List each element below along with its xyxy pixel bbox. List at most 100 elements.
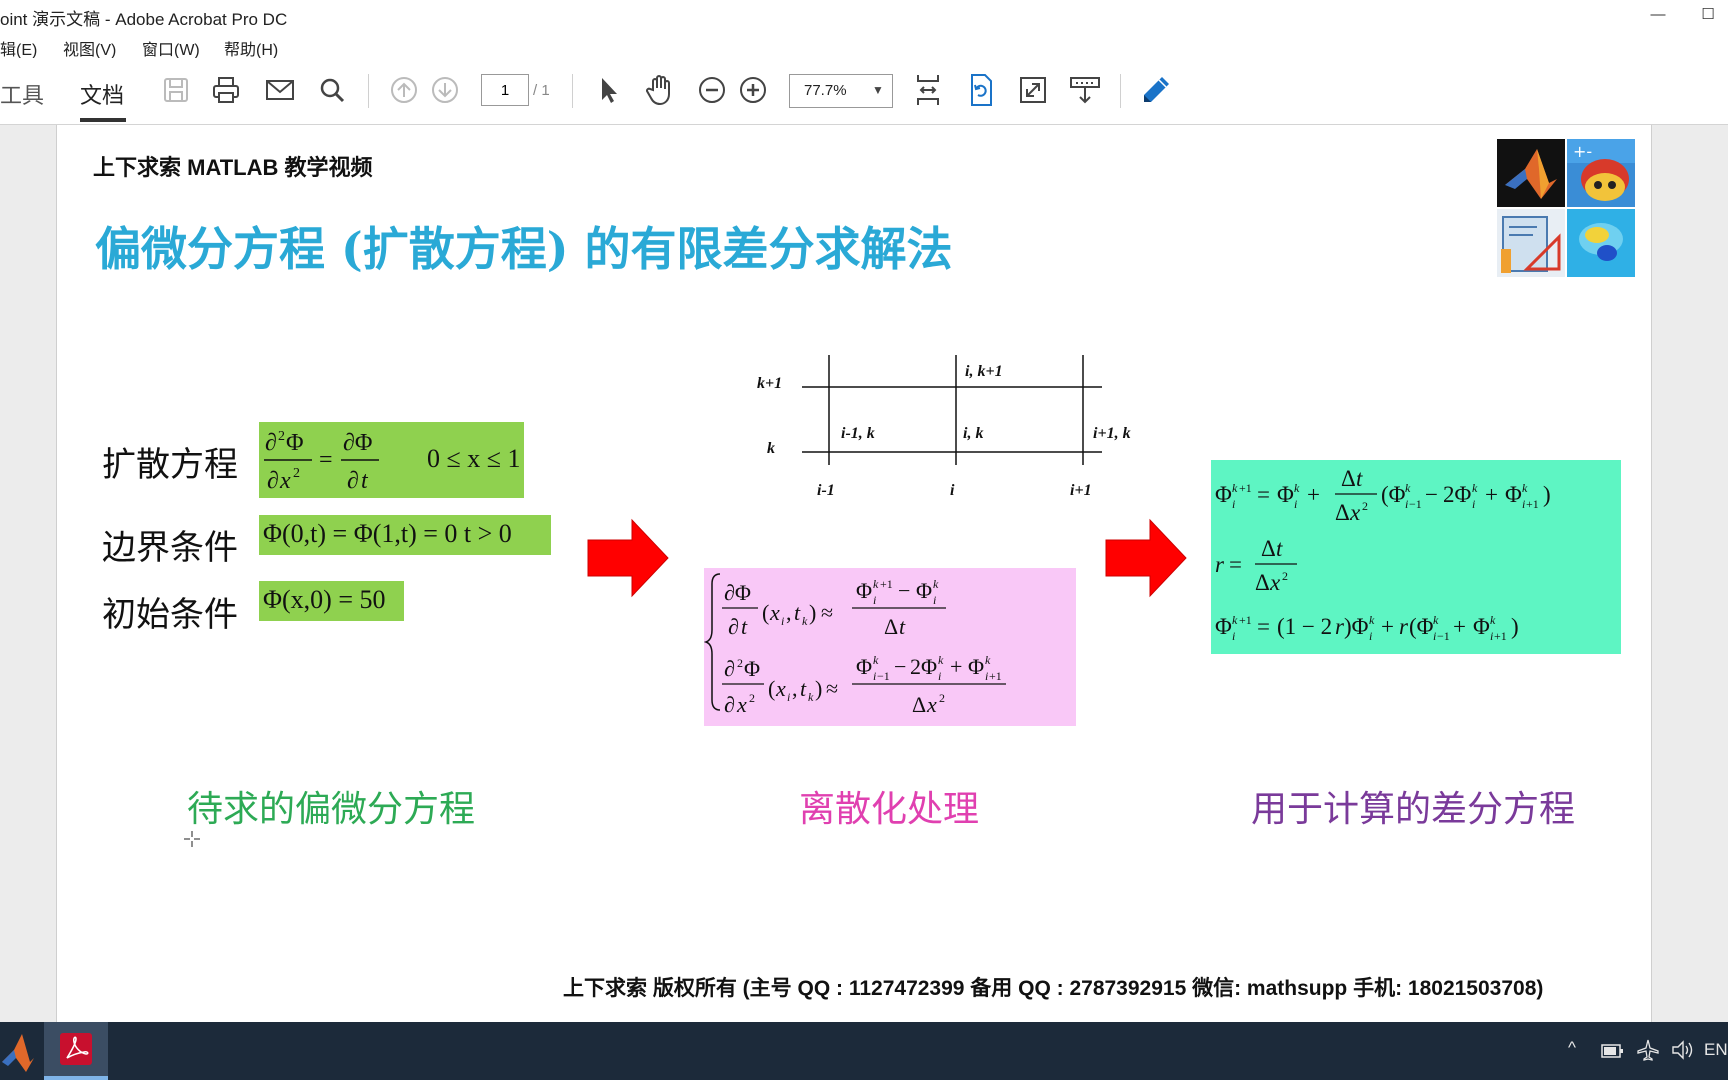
svg-text:−1: −1 (1437, 629, 1450, 643)
acrobat-icon (60, 1033, 92, 1065)
svg-text:t: t (800, 676, 807, 701)
discretization-formula: ∂Φ ∂ t (x i, t k) ≈ Φk +1i − Φki Δt ∂ 2 Φ ∂ x 2 (… (703, 573, 1006, 717)
svg-text:+1: +1 (1526, 497, 1539, 511)
svg-text:+1: +1 (989, 669, 1002, 683)
svg-text:i: i (1294, 497, 1297, 511)
svg-text:Δ: Δ (1335, 500, 1350, 525)
svg-text:k: k (1369, 613, 1375, 627)
svg-text:k: k (802, 614, 808, 628)
svg-text:(Φ: (Φ (1409, 614, 1434, 639)
grid-node-label: i, k (963, 425, 984, 442)
window-title: oint 演示文稿 - Adobe Acrobat Pro DC (0, 10, 288, 29)
svg-text:i: i (1232, 497, 1235, 511)
svg-text:Φ: Φ (1473, 614, 1490, 639)
svg-text:+: + (950, 654, 962, 679)
chevron-up-icon[interactable]: ^ (1568, 1038, 1576, 1058)
svg-text:i: i (1472, 497, 1475, 511)
save-icon[interactable] (158, 72, 194, 108)
page-number-input[interactable] (481, 74, 529, 106)
svg-text:k: k (1232, 613, 1238, 627)
svg-text:k: k (1490, 613, 1496, 627)
svg-text:i: i (1405, 497, 1408, 511)
svg-text:2: 2 (939, 691, 945, 705)
svg-text:Φ: Φ (916, 578, 932, 603)
menu-edit[interactable]: 辑(E) (0, 36, 37, 60)
svg-text:k: k (873, 653, 879, 667)
menu-window[interactable]: 窗口(W) (142, 36, 200, 60)
battery-icon[interactable] (1600, 1040, 1624, 1062)
chevron-down-icon[interactable]: ▼ (872, 83, 884, 97)
boundary-condition-formula: Φ(0,t) = Φ(1,t) = 0 t > 0 (263, 519, 512, 548)
menu-help[interactable]: 帮助(H) (224, 36, 278, 60)
maximize-button[interactable]: ☐ (1688, 3, 1728, 27)
svg-text:x: x (926, 692, 937, 717)
svg-text:+: + (1381, 614, 1394, 639)
svg-text:)Φ: )Φ (1344, 614, 1369, 639)
zoom-in-icon[interactable] (735, 72, 771, 108)
fullscreen-icon[interactable] (1015, 72, 1051, 108)
zoom-select[interactable]: 77.7% ▼ (789, 74, 893, 108)
svg-text:r: r (1399, 614, 1409, 639)
svg-text:Δ: Δ (1255, 570, 1270, 595)
svg-text:t: t (741, 614, 748, 639)
tab-document[interactable]: 文档 (80, 78, 124, 110)
tab-tools[interactable]: 工具 (0, 78, 44, 110)
slide-header: 上下求索 MATLAB 教学视频 (93, 155, 373, 180)
toolbar-separator (368, 74, 369, 108)
minimize-button[interactable]: — (1638, 3, 1678, 27)
svg-text:k: k (1232, 481, 1238, 495)
svg-text:): ) (1543, 482, 1551, 507)
svg-text:(: ( (768, 676, 775, 701)
language-indicator[interactable]: EN (1704, 1040, 1728, 1060)
search-icon[interactable] (314, 72, 350, 108)
svg-text:∂: ∂ (724, 656, 735, 681)
read-mode-icon[interactable] (1067, 72, 1103, 108)
zoom-value: 77.7% (804, 82, 847, 99)
select-cursor-icon[interactable] (590, 72, 626, 108)
svg-text:k: k (1522, 481, 1528, 495)
svg-text:k: k (985, 653, 991, 667)
toolbar-separator (572, 74, 573, 108)
volume-icon[interactable] (1670, 1039, 1694, 1061)
svg-text:Φ: Φ (1277, 482, 1294, 507)
page-down-icon[interactable] (427, 72, 463, 108)
airplane-mode-icon[interactable] (1636, 1038, 1660, 1062)
page-up-icon[interactable] (386, 72, 422, 108)
mail-icon[interactable] (262, 72, 298, 108)
svg-text:t: t (1356, 466, 1363, 491)
svg-text:(: ( (762, 600, 769, 625)
matlab-icon[interactable] (0, 1028, 36, 1074)
svg-text:): ) (809, 600, 816, 625)
rotate-page-icon[interactable] (963, 72, 999, 108)
zoom-out-icon[interactable] (694, 72, 730, 108)
slide-title: 偏微分方程 (扩散方程) 的有限差分求解法 (95, 222, 953, 276)
label-initial-condition: 初始条件 (102, 595, 238, 635)
hand-icon[interactable] (642, 72, 678, 108)
svg-text:Δ: Δ (1341, 466, 1356, 491)
fit-page-icon[interactable] (910, 72, 946, 108)
menu-view[interactable]: 视图(V) (63, 36, 116, 60)
pdf-page: 上下求索 MATLAB 教学视频 偏微分方程 (扩散方程) 的有限差分求解法 +… (56, 125, 1652, 1022)
svg-text:Φ: Φ (1505, 482, 1522, 507)
svg-text:t: t (794, 600, 801, 625)
svg-text:+1: +1 (1239, 481, 1252, 495)
caption-pde: 待求的偏微分方程 (187, 789, 476, 830)
svg-text:∂: ∂ (265, 430, 277, 456)
svg-text:): ) (815, 676, 822, 701)
svg-text:,: , (786, 600, 792, 625)
print-icon[interactable] (208, 72, 244, 108)
svg-text:+1: +1 (1239, 613, 1252, 627)
svg-text:=: = (319, 447, 333, 473)
svg-text:i: i (938, 669, 941, 683)
taskbar: ^ EN (0, 1022, 1728, 1080)
crosshair-cursor-icon (184, 831, 200, 847)
page-total: / 1 (533, 82, 550, 99)
svg-text:Δ: Δ (912, 692, 926, 717)
toolbar-separator (1120, 74, 1121, 108)
matlab-logo (1497, 139, 1565, 207)
grid-row-label: k+1 (757, 375, 783, 392)
acrobat-taskbar-button[interactable] (44, 1022, 108, 1080)
svg-text:Φ: Φ (856, 578, 872, 603)
svg-text:t: t (361, 468, 369, 494)
sign-pen-icon[interactable] (1138, 72, 1174, 108)
